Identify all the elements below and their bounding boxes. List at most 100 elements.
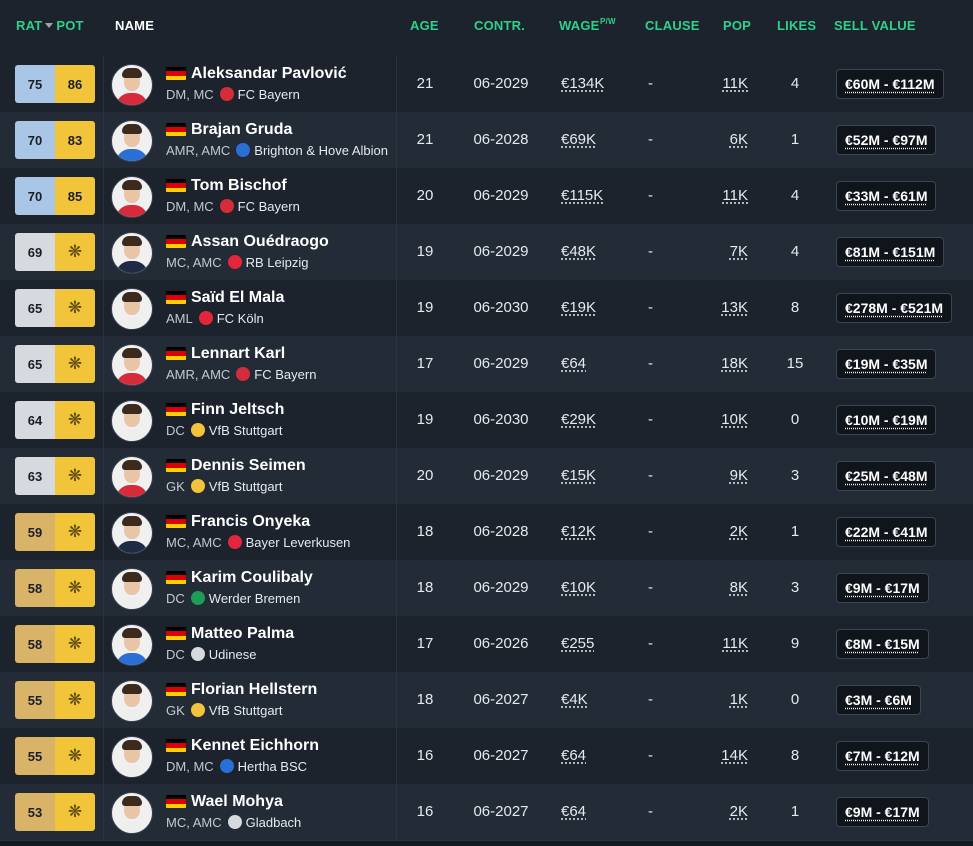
sell-value-badge[interactable]: €52M - €97M — [836, 125, 937, 155]
table-row[interactable]: 65 ❋ Saïd El Mala AML FC Köln 19 06-2030 €19K - 1… — [0, 280, 973, 337]
avatar[interactable] — [111, 288, 153, 330]
hidden-potential-icon[interactable]: ❋ — [55, 457, 95, 495]
player-name[interactable]: Aleksandar Pavlović — [191, 65, 347, 83]
hidden-potential-icon[interactable]: ❋ — [55, 289, 95, 327]
column-header-contract[interactable]: CONTR. — [474, 18, 525, 34]
column-header-wage[interactable]: WAGE P/W — [559, 17, 616, 34]
club-name[interactable]: FC Köln — [217, 311, 264, 326]
hidden-potential-icon[interactable]: ❋ — [55, 793, 95, 831]
avatar[interactable] — [111, 232, 153, 274]
table-row[interactable]: 70 83 Brajan Gruda AMR, AMC Brighton & Hove … — [0, 112, 973, 169]
hidden-potential-icon[interactable]: ❋ — [55, 233, 95, 271]
avatar[interactable] — [111, 624, 153, 666]
avatar[interactable] — [111, 792, 153, 834]
contract-value: 06-2027 — [473, 691, 529, 708]
sell-value-badge[interactable]: €8M - €15M — [836, 629, 929, 659]
hidden-potential-icon[interactable]: ❋ — [55, 625, 95, 663]
avatar[interactable] — [111, 400, 153, 442]
column-header-pop[interactable]: POP — [723, 18, 751, 34]
column-header-rat[interactable]: RAT POT — [16, 18, 84, 34]
table-row[interactable]: 59 ❋ Francis Onyeka MC, AMC Bayer Leverkusen… — [0, 504, 973, 561]
table-row[interactable]: 63 ❋ Dennis Seimen GK VfB Stuttgart 20 06-2029… — [0, 448, 973, 505]
avatar[interactable] — [111, 512, 153, 554]
table-row[interactable]: 65 ❋ Lennart Karl AMR, AMC FC Bayern 17 06-202… — [0, 336, 973, 393]
sell-value-badge[interactable]: €10M - €19M — [836, 405, 937, 435]
wage-value: €48K — [561, 243, 597, 260]
avatar[interactable] — [111, 456, 153, 498]
club-name[interactable]: FC Bayern — [238, 199, 300, 214]
club-name[interactable]: VfB Stuttgart — [209, 703, 283, 718]
club-name[interactable]: FC Bayern — [254, 367, 316, 382]
sell-value-badge[interactable]: €3M - €6M — [836, 685, 921, 715]
player-name[interactable]: Kennet Eichhorn — [191, 737, 319, 755]
club-name[interactable]: RB Leipzig — [246, 255, 309, 270]
sell-value-badge[interactable]: €33M - €61M — [836, 181, 937, 211]
club-name[interactable]: FC Bayern — [238, 87, 300, 102]
player-name[interactable]: Assan Ouédraogo — [191, 233, 329, 251]
club-name[interactable]: Gladbach — [246, 815, 302, 830]
avatar[interactable] — [111, 64, 153, 106]
avatar[interactable] — [111, 680, 153, 722]
sell-value-badge[interactable]: €81M - €151M — [836, 237, 945, 267]
club-name[interactable]: Werder Bremen — [209, 591, 301, 606]
sell-value-badge[interactable]: €60M - €112M — [836, 69, 944, 99]
player-name[interactable]: Dennis Seimen — [191, 457, 306, 475]
sell-value-badge[interactable]: €9M - €17M — [836, 573, 929, 603]
sell-value-badge[interactable]: €19M - €35M — [836, 349, 937, 379]
hidden-potential-icon[interactable]: ❋ — [55, 345, 95, 383]
table-row[interactable]: 75 86 Aleksandar Pavlović DM, MC FC Bayern 21… — [0, 56, 973, 113]
table-row[interactable]: 64 ❋ Finn Jeltsch DC VfB Stuttgart 19 06-2030 €… — [0, 392, 973, 449]
player-name[interactable]: Saïd El Mala — [191, 289, 284, 307]
table-row[interactable]: 58 ❋ Matteo Palma DC Udinese 17 06-2026 €255 - 11… — [0, 616, 973, 673]
column-header-age[interactable]: AGE — [410, 18, 439, 34]
avatar[interactable] — [111, 568, 153, 610]
sell-value-badge[interactable]: €25M - €48M — [836, 461, 937, 491]
avatar[interactable] — [111, 736, 153, 778]
hidden-potential-icon[interactable]: ❋ — [55, 513, 95, 551]
table-row[interactable]: 70 85 Tom Bischof DM, MC FC Bayern 20 06-2029 €… — [0, 168, 973, 225]
player-meta: AMR, AMC Brighton & Hove Albion — [166, 143, 396, 159]
hidden-potential-icon[interactable]: ❋ — [55, 681, 95, 719]
likes-value: 0 — [790, 691, 800, 708]
player-name[interactable]: Brajan Gruda — [191, 121, 292, 139]
table-row[interactable]: 55 ❋ Florian Hellstern GK VfB Stuttgart 18 06-… — [0, 672, 973, 729]
club-name[interactable]: VfB Stuttgart — [209, 423, 283, 438]
column-header-sell-value[interactable]: SELL VALUE — [834, 18, 916, 34]
player-name[interactable]: Wael Mohya — [191, 793, 283, 811]
club-name[interactable]: Bayer Leverkusen — [246, 535, 351, 550]
sell-value-badge[interactable]: €9M - €17M — [836, 797, 929, 827]
sell-value-badge[interactable]: €7M - €12M — [836, 741, 929, 771]
sell-value-badge[interactable]: €22M - €41M — [836, 517, 937, 547]
player-name[interactable]: Karim Coulibaly — [191, 569, 313, 587]
player-name[interactable]: Tom Bischof — [191, 177, 287, 195]
column-header-likes[interactable]: LIKES — [777, 18, 816, 34]
club-name[interactable]: Udinese — [209, 647, 257, 662]
table-row[interactable]: 58 ❋ Karim Coulibaly DC Werder Bremen 18 06-20… — [0, 560, 973, 617]
sort-desc-icon[interactable] — [45, 23, 54, 29]
column-header-clause[interactable]: CLAUSE — [645, 18, 700, 34]
player-name[interactable]: Lennart Karl — [191, 345, 285, 363]
column-divider — [103, 784, 104, 840]
club-name[interactable]: Hertha BSC — [238, 759, 307, 774]
player-name[interactable]: Florian Hellstern — [191, 681, 317, 699]
hidden-potential-icon[interactable]: ❋ — [55, 401, 95, 439]
table-row[interactable]: 55 ❋ Kennet Eichhorn DM, MC Hertha BSC 16 06-2… — [0, 728, 973, 785]
player-name[interactable]: Matteo Palma — [191, 625, 294, 643]
table-row[interactable]: 69 ❋ Assan Ouédraogo MC, AMC RB Leipzig 19 06-… — [0, 224, 973, 281]
avatar[interactable] — [111, 120, 153, 162]
club-name[interactable]: VfB Stuttgart — [209, 479, 283, 494]
contract-value: 06-2030 — [473, 411, 529, 428]
sell-value-badge[interactable]: €278M - €521M — [836, 293, 953, 323]
avatar[interactable] — [111, 344, 153, 386]
club-name[interactable]: Brighton & Hove Albion — [254, 143, 388, 158]
column-header-pot[interactable]: POT — [56, 18, 83, 33]
player-name[interactable]: Francis Onyeka — [191, 513, 310, 531]
avatar[interactable] — [111, 176, 153, 218]
age-value: 18 — [416, 523, 434, 540]
hidden-potential-icon[interactable]: ❋ — [55, 737, 95, 775]
table-row[interactable]: 53 ❋ Wael Mohya MC, AMC Gladbach 16 06-2027 €64… — [0, 784, 973, 841]
player-position: GK — [166, 479, 185, 494]
hidden-potential-icon[interactable]: ❋ — [55, 569, 95, 607]
column-header-name[interactable]: NAME — [115, 18, 154, 34]
player-name[interactable]: Finn Jeltsch — [191, 401, 284, 419]
